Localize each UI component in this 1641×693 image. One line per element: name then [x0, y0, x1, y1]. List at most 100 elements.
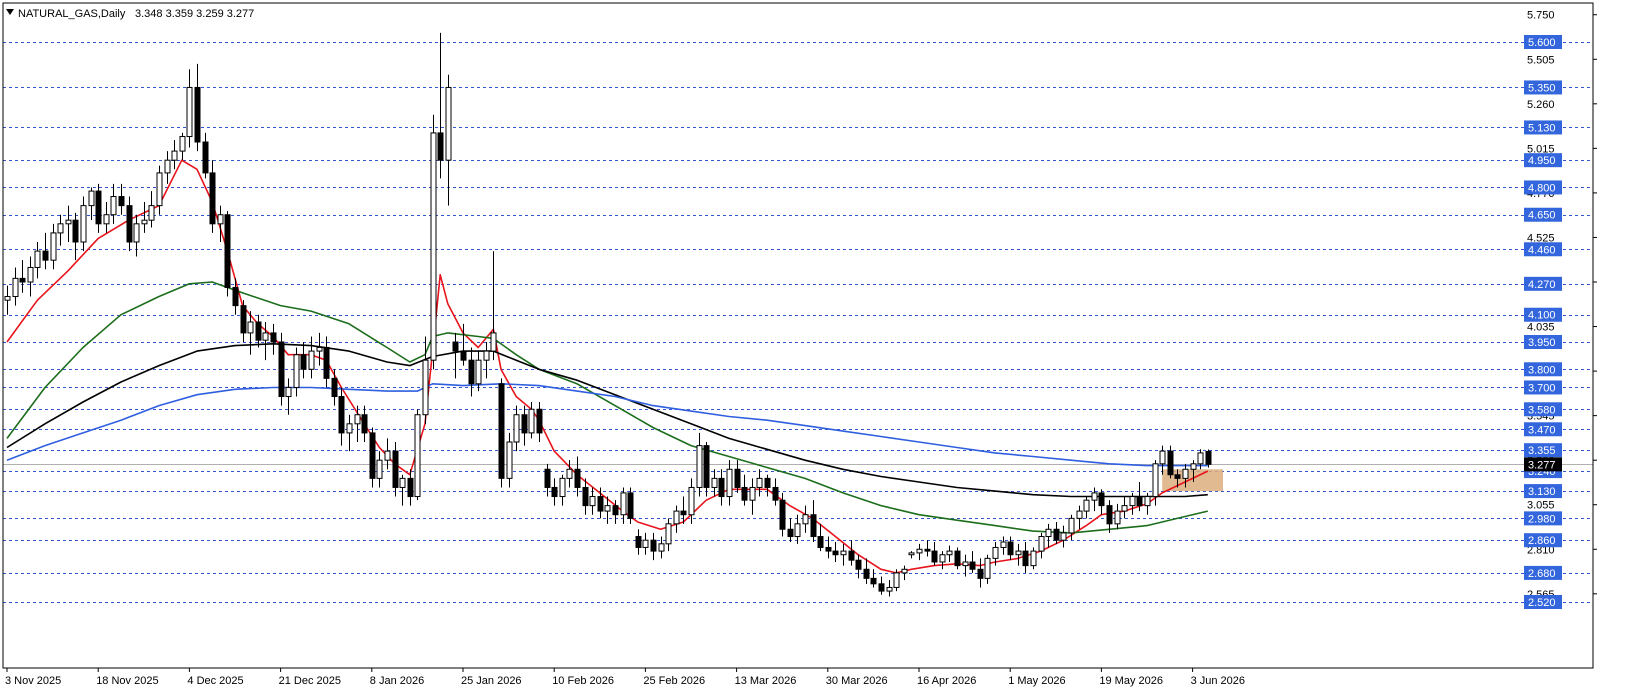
x-tick-label: 3 Jun 2026 [1191, 675, 1245, 687]
candle-body-up [696, 445, 703, 488]
x-tick-label: 1 May 2026 [1008, 675, 1065, 687]
y-tick-label: 5.260 [1527, 99, 1555, 111]
symbol-title: NATURAL_GAS,Daily [18, 8, 126, 20]
candle-body-down [323, 346, 330, 379]
candle-body-down [369, 432, 376, 479]
level-price-label: 3.470 [1528, 424, 1556, 436]
candle-body-up [475, 359, 482, 385]
level-price-label: 4.800 [1528, 182, 1556, 194]
candle [498, 378, 505, 488]
candle-body-down [232, 286, 239, 307]
candle [627, 487, 634, 524]
candle-body-up [984, 557, 991, 579]
candle-body-up [34, 250, 41, 268]
candle-body-up [1152, 463, 1159, 498]
candle-body-down [810, 514, 817, 538]
candle-body-up [559, 477, 566, 498]
candle-body-up [103, 214, 110, 225]
candle-body-up [802, 514, 809, 525]
candle [893, 569, 900, 592]
candle [369, 427, 376, 488]
candle-body-up [316, 346, 323, 352]
candle-body-up [749, 486, 756, 501]
candle [414, 409, 421, 501]
candle-body-up [50, 232, 57, 261]
candle-body-down [1136, 496, 1143, 507]
x-tick-label: 18 Nov 2025 [96, 675, 158, 687]
candle-body-up [620, 492, 627, 516]
candle-body-up [1144, 496, 1151, 507]
level-price-label: 2.860 [1528, 535, 1556, 547]
candle-body-up [1038, 536, 1045, 552]
candle-body-up [901, 568, 908, 574]
candle-body-down [407, 477, 414, 498]
candle [278, 332, 285, 406]
candle-body-up [110, 196, 117, 216]
candle-body-down [1022, 550, 1029, 567]
candle-body-up [422, 359, 429, 416]
candle-body-down [855, 559, 862, 570]
x-tick-label: 13 Mar 2026 [735, 675, 797, 687]
candle-body-down [931, 550, 938, 563]
candle-body-down [551, 486, 558, 498]
candle-body-down [300, 354, 307, 370]
candle-body-up [711, 477, 718, 488]
candle-body-up [1076, 510, 1083, 519]
candle-body-up [1015, 550, 1022, 556]
candle-body-up [1030, 550, 1037, 567]
candle-body-down [331, 377, 338, 398]
candle-body-down [224, 214, 231, 288]
candle-body-up [642, 539, 649, 548]
candle-body-up [133, 223, 140, 243]
level-price-label: 4.100 [1528, 310, 1556, 322]
level-price-label: 3.800 [1528, 364, 1556, 376]
candle-body-down [126, 205, 133, 243]
candle-body-down [1205, 450, 1212, 465]
candle-body-up [1121, 505, 1128, 512]
level-price-label: 4.650 [1528, 210, 1556, 222]
candle-body-up [376, 459, 383, 479]
candle-body-down [825, 546, 832, 552]
candle-body-down [498, 383, 505, 479]
candle-body-up [840, 550, 847, 556]
level-price-label: 2.980 [1528, 513, 1556, 525]
candle-body-up [156, 172, 163, 207]
candle-body-down [863, 568, 870, 579]
candle-body-down [650, 539, 657, 552]
candle-body-down [772, 486, 779, 501]
candle-body-up [354, 414, 361, 425]
candle-body-up [916, 548, 923, 554]
candle-body-up [756, 477, 763, 488]
level-price-label: 5.350 [1528, 82, 1556, 94]
candle-body-up [384, 450, 391, 461]
candle-body-up [57, 223, 64, 234]
candle-body-down [19, 277, 26, 283]
price-chart[interactable]: 5.7505.5055.2605.0154.7704.5254.2804.035… [0, 0, 1641, 693]
candle-body-up [88, 190, 95, 207]
candle-body-down [954, 550, 961, 567]
candle-body-up [171, 150, 178, 161]
candle-body-up [665, 523, 672, 545]
x-tick-label: 25 Jan 2026 [461, 675, 522, 687]
candle-body-down [1007, 541, 1014, 556]
x-tick-label: 25 Feb 2026 [643, 675, 705, 687]
level-price-label: 3.950 [1528, 337, 1556, 349]
candle-body-up [893, 572, 900, 588]
candle-body-down [779, 499, 786, 530]
candle-body-up [1060, 532, 1067, 541]
candle-body-down [878, 583, 885, 592]
candle-body-up [141, 219, 148, 225]
candle-body-up [414, 414, 421, 498]
candle-body-down [977, 568, 984, 579]
candle-body-down [848, 550, 855, 561]
candle-body-down [278, 341, 285, 398]
candle-body-up [217, 214, 224, 225]
candle [430, 114, 437, 370]
level-price-label: 3.580 [1528, 404, 1556, 416]
candle-body-down [72, 219, 79, 243]
level-price-label: 2.680 [1528, 568, 1556, 580]
candle-body-up [148, 205, 155, 221]
x-tick-label: 16 Apr 2026 [917, 675, 976, 687]
candle-body-up [566, 468, 573, 479]
candle-body-up [293, 354, 300, 388]
